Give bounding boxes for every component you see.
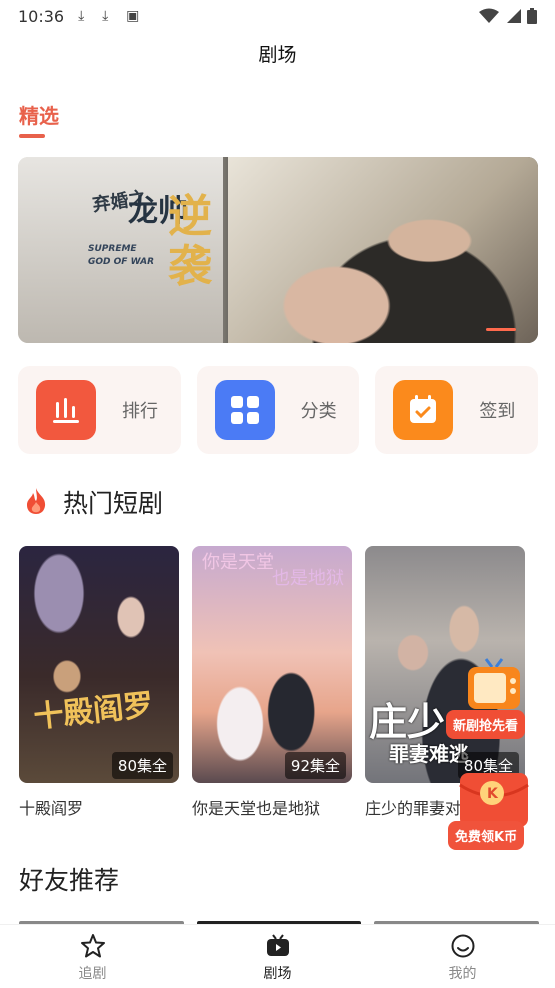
checkin-label: 签到 (479, 401, 516, 422)
nav-theater-label: 剧场 (263, 966, 292, 982)
fire-icon (27, 488, 46, 514)
free-coin-promo-label[interactable]: 免费领K币 (448, 821, 525, 850)
status-time: 10:36 (18, 6, 65, 26)
star-icon (80, 934, 105, 958)
checkin-calendar-icon (393, 380, 454, 440)
drama-card[interactable]: 十殿阎罗 80集全 十殿阎罗 (19, 546, 179, 819)
profile-icon (451, 934, 474, 958)
status-bar: 10:36 ⤓ ⤓ ▣ (0, 0, 555, 32)
episode-count-badge: 92集全 (284, 752, 346, 779)
drama-title: 你是天堂也是地狱 (192, 799, 321, 818)
signal-icon (507, 9, 521, 23)
category-label: 分类 (300, 401, 337, 422)
battery-icon (527, 8, 537, 24)
page-title: 剧场 (258, 44, 297, 66)
tab-featured[interactable]: 精选 (19, 100, 59, 129)
download-icon: ⤓ (78, 8, 85, 24)
poster-title-art: 也是地狱 (272, 568, 344, 589)
episode-count-badge: 80集全 (111, 752, 173, 779)
svg-text:逆: 逆 (168, 191, 212, 242)
nav-profile[interactable]: 我的 (370, 925, 555, 988)
category-icon (214, 380, 275, 440)
nav-follow-label: 追剧 (78, 966, 107, 982)
download-icon: ⤓ (102, 8, 109, 24)
drama-title: 十殿阎罗 (19, 799, 84, 818)
svg-text:袭: 袭 (168, 241, 213, 289)
tab-indicator (19, 134, 45, 138)
floating-promo[interactable]: 新剧抢先看 K 免费领K币 (444, 655, 544, 855)
banner-image (228, 157, 538, 343)
tv-promo-icon (468, 658, 520, 709)
tv-icon (266, 934, 289, 956)
red-envelope-icon: K (459, 773, 529, 827)
nav-theater[interactable]: 剧场 (185, 925, 370, 988)
drama-poster: 十殿阎罗 80集全 (19, 546, 179, 783)
quick-actions: 排行 分类 签到 (18, 366, 539, 454)
keyboard-icon: ▣ (126, 8, 140, 24)
ranking-label: 排行 (122, 401, 158, 422)
category-button[interactable]: 分类 (196, 366, 360, 454)
banner-page-indicator (486, 328, 516, 331)
featured-banner[interactable]: 弃婚之 龙帅 逆 袭 SUPREME GOD OF WAR (18, 157, 538, 343)
svg-text:GOD OF WAR: GOD OF WAR (88, 257, 154, 267)
ranking-button[interactable]: 排行 (18, 366, 181, 454)
coin-letter: K (487, 786, 499, 802)
poster-title-art: 你是天堂 (202, 552, 274, 573)
svg-text:SUPREME: SUPREME (88, 244, 137, 254)
nav-profile-label: 我的 (448, 966, 477, 982)
bottom-nav: 追剧 剧场 我的 (0, 924, 555, 988)
wifi-icon (479, 8, 499, 23)
drama-card[interactable]: 你是天堂 也是地狱 92集全 你是天堂也是地狱 (192, 546, 352, 819)
banner-title-art: 弃婚之 龙帅 逆 袭 SUPREME GOD OF WAR (88, 187, 213, 289)
drama-poster: 你是天堂 也是地狱 92集全 (192, 546, 352, 783)
poster-title-art: 十殿阎罗 (31, 687, 155, 736)
nav-follow[interactable]: 追剧 (0, 925, 185, 988)
hot-section-title: 热门短剧 (63, 489, 164, 518)
new-drama-promo-label[interactable]: 新剧抢先看 (446, 710, 526, 739)
ranking-icon (36, 380, 96, 440)
checkin-button[interactable]: 签到 (375, 366, 539, 454)
friends-section-title: 好友推荐 (19, 866, 120, 895)
